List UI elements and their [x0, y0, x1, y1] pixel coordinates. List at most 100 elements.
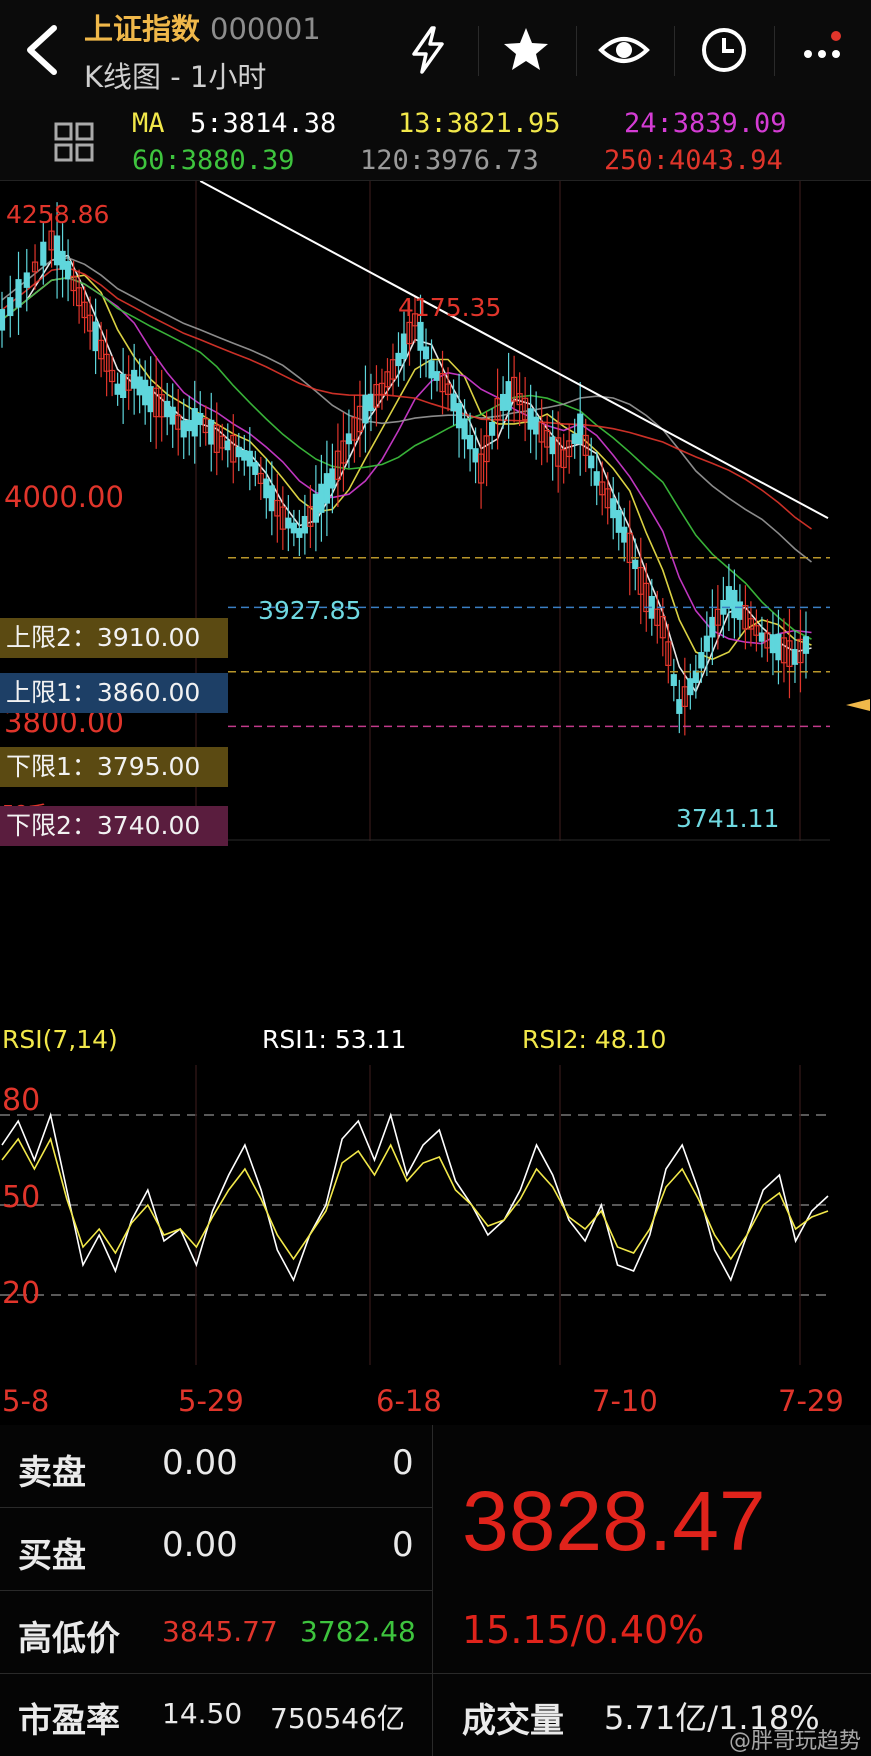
candle-body [0, 309, 6, 331]
candle-body [433, 371, 441, 381]
back-icon[interactable] [18, 22, 66, 78]
lightning-icon[interactable] [402, 24, 454, 76]
upper-limit-1[interactable]: 上限1：3860.00 [0, 673, 228, 713]
candle-body [769, 634, 777, 654]
candle-body [290, 522, 297, 534]
candle-body [142, 379, 149, 406]
pe-label: 市盈率 [18, 1701, 120, 1741]
candle-body [687, 678, 694, 696]
candle-body [450, 393, 457, 412]
candle-body [136, 376, 143, 396]
candle-body [362, 394, 369, 424]
candle-body [571, 433, 578, 444]
ma-label: MA [132, 108, 165, 139]
buy-label: 买盘 [18, 1536, 86, 1576]
candle-body [301, 515, 308, 534]
candle-body [268, 485, 275, 512]
candle-body [246, 450, 253, 467]
star-icon[interactable] [500, 24, 552, 76]
candle-body [147, 386, 154, 413]
rsi-line-rsi2 [1, 1136, 829, 1261]
candle-body [40, 241, 47, 266]
eye-icon[interactable] [598, 24, 650, 76]
candle-body [92, 321, 99, 352]
candle-body [417, 321, 424, 351]
candle-body [323, 473, 330, 504]
candle-body [15, 279, 22, 308]
grid-icon[interactable] [52, 120, 96, 164]
candle-body [23, 272, 30, 288]
candle-body [131, 369, 138, 389]
candle-body [533, 416, 540, 435]
candle-body [577, 413, 584, 445]
rsi-title[interactable]: RSI(7,14) [2, 1025, 118, 1054]
candle-body [488, 421, 496, 436]
low2-label: 3741.11 [676, 804, 780, 833]
buy-price: 0.00 [162, 1525, 238, 1565]
current-price-marker-icon [846, 699, 870, 711]
ma120-value: 120:3976.73 [360, 145, 539, 176]
level-4000-label: 4000.00 [4, 480, 124, 514]
candle-body [241, 450, 248, 461]
pe-value: 14.50 [162, 1697, 243, 1730]
candle-body [472, 448, 479, 463]
candle-body [235, 446, 242, 458]
candle-body [791, 649, 799, 665]
candle-body [197, 412, 204, 425]
candle-body [527, 408, 534, 430]
candle-body [709, 616, 716, 638]
candle-body [428, 360, 435, 379]
candle-body [345, 433, 353, 445]
rsi1-value: RSI1: 53.11 [262, 1025, 407, 1054]
candle-body [621, 526, 628, 543]
buy-volume: 0 [392, 1525, 414, 1565]
rsi-level-80: 80 [2, 1083, 41, 1118]
candle-body [593, 471, 600, 486]
rsi-line-rsi1 [1, 1112, 829, 1282]
candle-body [191, 408, 198, 437]
clock-icon[interactable] [698, 24, 750, 76]
candle-body [329, 468, 336, 489]
chart-period-label[interactable]: K线图 - 1小时 [84, 54, 266, 96]
rsi2-value: RSI2: 48.10 [522, 1025, 667, 1054]
candle-body [263, 478, 270, 499]
market-cap: 750546亿 [270, 1702, 405, 1735]
app-header: 上证指数 000001 K线图 - 1小时 [0, 0, 871, 100]
ma60-value: 60:3880.39 [132, 145, 295, 176]
candle-body [285, 517, 292, 529]
rsi-level-50: 50 [2, 1180, 41, 1215]
candle-body [670, 674, 677, 687]
peak-label: 4175.35 [398, 293, 502, 322]
candle-body [7, 297, 14, 317]
date-tick-4: 7-10 [592, 1384, 658, 1418]
sell-volume: 0 [392, 1443, 414, 1483]
candle-body [367, 393, 375, 412]
candle-body [549, 436, 556, 455]
ma13-value: 13:3821.95 [398, 108, 561, 139]
candle-body [114, 383, 121, 395]
candle-body [422, 346, 430, 360]
candle-body [208, 419, 215, 445]
candlestick-chart[interactable] [0, 181, 871, 841]
candle-body [466, 434, 474, 450]
rsi-chart[interactable] [0, 1065, 871, 1365]
upper-limit-2[interactable]: 上限2：3910.00 [0, 618, 228, 658]
sell-price: 0.00 [162, 1443, 238, 1483]
date-tick-3: 6-18 [376, 1384, 442, 1418]
lower-limit-2[interactable]: 下限2：3740.00 [0, 806, 228, 846]
candle-body [120, 373, 127, 399]
candle-body [169, 406, 176, 425]
high-label: 4258.86 [6, 200, 110, 229]
day-low: 3782.48 [300, 1615, 416, 1648]
candle-body [224, 440, 231, 451]
rsi-level-20: 20 [2, 1276, 41, 1311]
candle-body [698, 652, 705, 669]
price-change: 15.15/0.40% [462, 1608, 705, 1652]
more-icon[interactable] [798, 24, 850, 76]
candle-body [692, 670, 699, 683]
candle-body [180, 420, 187, 438]
lower-limit-1[interactable]: 下限1：3795.00 [0, 747, 228, 787]
candle-body [500, 393, 507, 411]
candle-body [802, 636, 810, 654]
candle-body [400, 333, 408, 359]
